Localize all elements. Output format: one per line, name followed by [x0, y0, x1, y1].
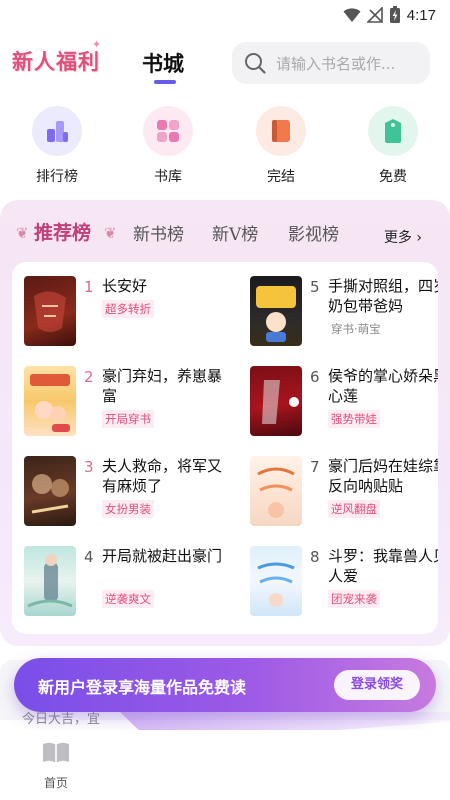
list-item[interactable]: 4 开局就被赶出豪门 逆袭爽文 [24, 546, 234, 626]
book-cover [24, 456, 76, 526]
book-cover [250, 456, 302, 526]
search-icon [245, 53, 266, 74]
search-input[interactable]: 请输入书名或作... [232, 42, 430, 84]
quicknav-label: 完结 [267, 169, 295, 185]
list-item[interactable]: 6 侯爷的掌心娇朵黑心莲 强势带娃 [250, 366, 438, 446]
quicknav-label: 排行榜 [36, 169, 78, 185]
nav-home-label: 首页 [43, 776, 68, 790]
battery-charging-icon [389, 6, 400, 23]
new-user-welfare-link[interactable]: 新人福利 [12, 46, 100, 76]
book-title: 侯爷的掌心娇朵黑心莲 [328, 367, 438, 405]
quicknav-free[interactable]: 免费 [358, 106, 428, 186]
quicknav-label: 书库 [154, 169, 182, 185]
book-tag: 强势带娃 [328, 410, 380, 428]
leaf-right-icon: ❦ [104, 224, 117, 242]
book-title: 手撕对照组，四岁奶包带爸妈 [328, 277, 438, 315]
book-cover [250, 546, 302, 616]
rank-number: 2 [84, 368, 94, 386]
ranking-icon [32, 106, 82, 156]
status-time: 4:17 [406, 6, 436, 24]
login-promo-banner[interactable]: 新用户登录享海量作品免费读 登录领奖 [14, 658, 436, 712]
nav-home[interactable]: 首页 [30, 740, 82, 791]
book-tag: 女扮男装 [102, 500, 154, 518]
tab-new-book-rank[interactable]: 新书榜 [133, 220, 184, 245]
rank-number: 8 [310, 548, 320, 566]
quicknav-library[interactable]: 书库 [133, 106, 203, 186]
library-icon [143, 106, 193, 156]
book-tag: 开局穿书 [102, 410, 154, 428]
rank-number: 7 [310, 458, 320, 476]
rank-number: 5 [310, 278, 320, 296]
active-tab-indicator [154, 80, 176, 84]
book-title: 豪门后妈在娃综靠反向呐贴贴 [328, 457, 438, 495]
tab-recommend-rank[interactable]: 推荐榜 [34, 218, 91, 245]
status-bar: 4:17 [0, 0, 450, 32]
list-item[interactable]: 1 长安好 超多转折 [24, 276, 234, 356]
book-tag: 超多转折 [102, 300, 154, 318]
bottom-nav: 首页 [0, 730, 450, 800]
book-cover [24, 366, 76, 436]
search-placeholder: 请输入书名或作... [276, 54, 396, 73]
status-icons: 4:17 [343, 6, 436, 24]
book-cover [24, 546, 76, 616]
book-tag: 团宠来袭 [328, 590, 380, 608]
tab-new-v-rank[interactable]: 新V榜 [212, 220, 258, 245]
quick-nav: 排行榜 书库 完结 免费 [0, 106, 450, 190]
list-item[interactable]: 3 夫人救命，将军又有麻烦了 女扮男装 [24, 456, 234, 536]
promo-text: 新用户登录享海量作品免费读 [38, 678, 247, 697]
book-title: 斗罗：我靠兽人见人爱 [328, 547, 438, 585]
cellular-off-icon [366, 7, 383, 23]
home-book-icon [43, 742, 69, 763]
tab-bookstore[interactable]: 书城 [142, 48, 184, 78]
rank-number: 1 [84, 278, 94, 296]
list-item[interactable]: 7 豪门后妈在娃综靠反向呐贴贴 逆风翻盘 [250, 456, 438, 536]
book-cover [250, 366, 302, 436]
quicknav-label: 免费 [379, 169, 407, 185]
book-cover [250, 276, 302, 346]
book-cover [24, 276, 76, 346]
quicknav-ranking[interactable]: 排行榜 [22, 106, 92, 186]
list-item[interactable]: 2 豪门弃妇，养崽暴富 开局穿书 [24, 366, 234, 446]
sparkle-icon: ✦ [92, 38, 102, 51]
wifi-icon [343, 8, 361, 22]
ranking-list: 1 长安好 超多转折 2 豪门弃妇，养崽暴富 开局穿书 3 夫人救命，将军又有麻… [12, 262, 438, 634]
list-item[interactable]: 8 斗罗：我靠兽人见人爱 团宠来袭 [250, 546, 438, 626]
login-reward-button[interactable]: 登录领奖 [334, 670, 420, 700]
book-title: 夫人救命，将军又有麻烦了 [102, 457, 223, 495]
rank-number: 3 [84, 458, 94, 476]
free-tag-icon [368, 106, 418, 156]
book-tag: 逆袭爽文 [102, 590, 154, 608]
rank-number: 4 [84, 548, 94, 566]
more-link[interactable]: 更多 › [384, 227, 422, 247]
ranking-tabs: ❦ 推荐榜 ❦ 新书榜 新V榜 影视榜 更多 › [0, 218, 450, 254]
header: 新人福利 ✦ 书城 请输入书名或作... [0, 36, 450, 90]
rank-number: 6 [310, 368, 320, 386]
book-tag: 逆风翻盘 [328, 500, 380, 518]
tab-film-tv-rank[interactable]: 影视榜 [288, 220, 339, 245]
leaf-left-icon: ❦ [16, 224, 29, 242]
list-item[interactable]: 5 手撕对照组，四岁奶包带爸妈 穿书·萌宝 [250, 276, 438, 356]
ranking-panel: ❦ 推荐榜 ❦ 新书榜 新V榜 影视榜 更多 › 1 长安好 超多转折 2 豪门… [0, 200, 450, 646]
book-title: 长安好 [102, 277, 148, 295]
book-tag: 穿书·萌宝 [331, 322, 381, 336]
quicknav-completed[interactable]: 完结 [246, 106, 316, 186]
book-title: 豪门弃妇，养崽暴富 [102, 367, 223, 405]
book-complete-icon [256, 106, 306, 156]
book-title: 开局就被赶出豪门 [102, 547, 223, 565]
